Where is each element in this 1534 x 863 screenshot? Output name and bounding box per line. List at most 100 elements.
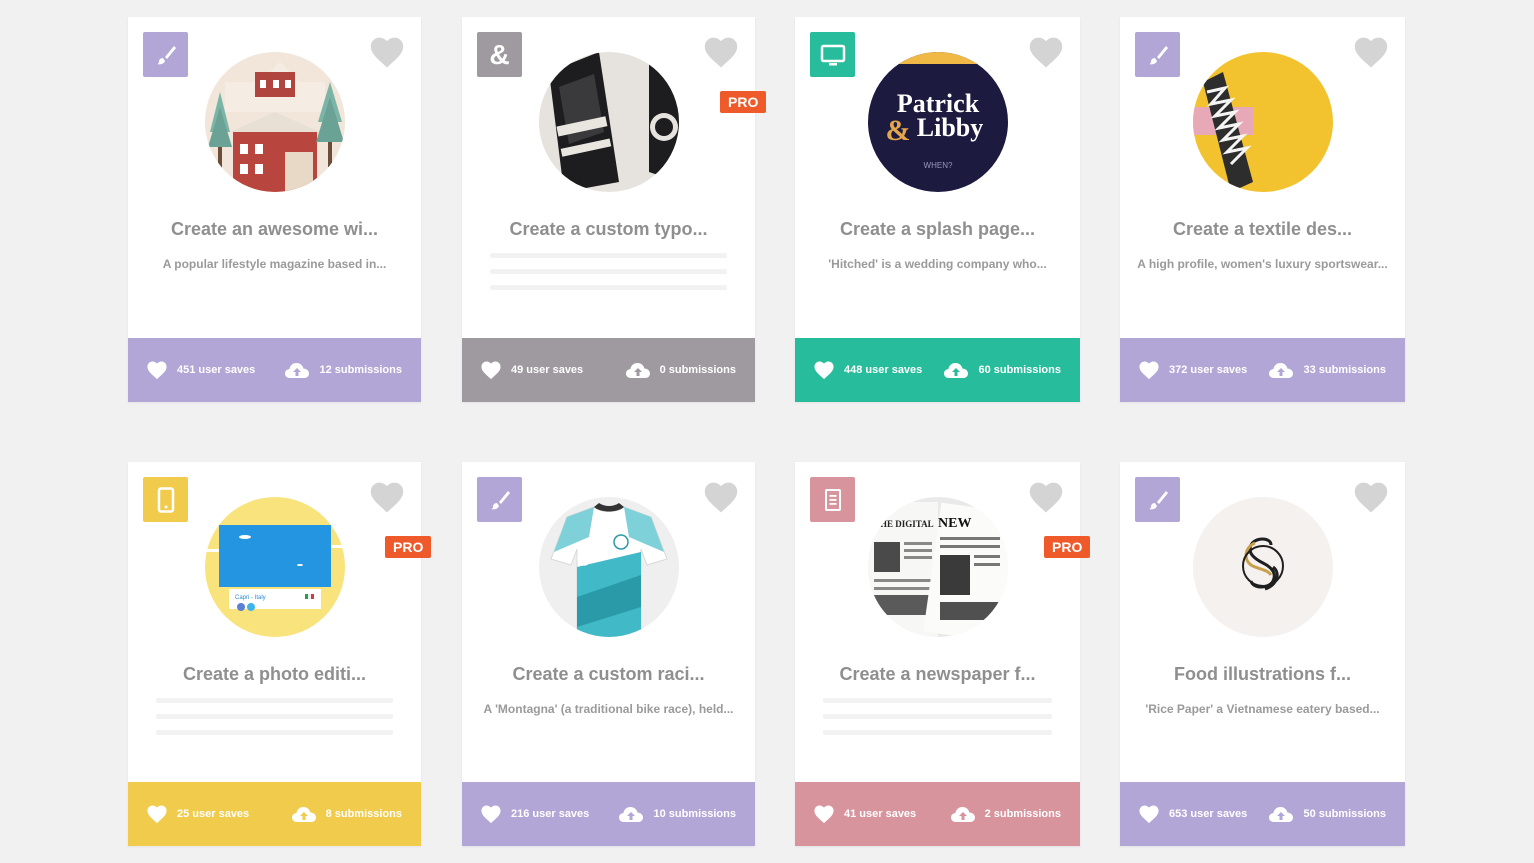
brief-title[interactable]: Create a newspaper f... <box>795 664 1080 685</box>
thumb-text: THE DIGITAL <box>874 519 934 529</box>
submissions[interactable]: 60 submissions <box>943 360 1061 380</box>
thumb-text: NEW <box>938 516 971 531</box>
heart-icon <box>814 361 834 380</box>
submissions[interactable]: 8 submissions <box>291 804 402 824</box>
card-footer: 41 user saves 2 submissions <box>795 782 1080 846</box>
submissions-label: 33 submissions <box>1303 364 1386 376</box>
submissions[interactable]: 10 submissions <box>618 804 736 824</box>
favorite-heart-icon[interactable] <box>1352 35 1390 69</box>
brief-description: A 'Montagna' (a traditional bike race), … <box>483 702 734 716</box>
thumb-text: Capri - Italy <box>235 595 266 601</box>
cloud-upload-icon <box>285 363 310 378</box>
phone-icon <box>157 486 174 513</box>
cloud-upload-icon <box>625 363 650 378</box>
user-saves-label: 372 user saves <box>1169 364 1248 376</box>
category-badge: & <box>477 32 522 77</box>
heart-icon <box>814 805 834 824</box>
pro-badge: PRO <box>385 536 432 558</box>
brief-thumbnail[interactable]: Patrick & Libby WHEN? <box>867 52 1008 192</box>
user-saves[interactable]: 41 user saves <box>813 804 916 824</box>
brush-icon <box>1148 45 1168 64</box>
brief-title[interactable]: Create a custom raci... <box>462 664 755 685</box>
thumb-text: WHEN? <box>923 161 952 170</box>
category-badge <box>1135 477 1180 522</box>
user-saves[interactable]: 653 user saves <box>1138 804 1247 824</box>
favorite-heart-icon[interactable] <box>1027 480 1065 514</box>
brief-title[interactable]: Create a photo editi... <box>128 664 421 685</box>
favorite-heart-icon[interactable] <box>1027 35 1065 69</box>
pro-badge: PRO <box>720 91 767 113</box>
thumb-text: & <box>885 114 910 147</box>
submissions[interactable]: 0 submissions <box>625 360 736 380</box>
description-placeholder <box>823 714 1052 719</box>
submissions[interactable]: 2 submissions <box>950 804 1061 824</box>
description-placeholder <box>823 698 1052 703</box>
brief-card[interactable]: Create a custom raci... A 'Montagna' (a … <box>462 462 755 846</box>
card-footer: 653 user saves 50 submissions <box>1120 782 1405 846</box>
card-footer: 25 user saves 8 submissions <box>128 782 421 846</box>
brief-thumbnail[interactable] <box>1192 497 1333 637</box>
description-placeholder <box>490 269 727 274</box>
user-saves-label: 49 user saves <box>511 364 584 376</box>
user-saves[interactable]: 216 user saves <box>480 804 589 824</box>
brief-card[interactable]: Food illustrations f... 'Rice Paper' a V… <box>1120 462 1405 846</box>
user-saves[interactable]: 448 user saves <box>813 360 922 380</box>
user-saves-label: 448 user saves <box>844 364 923 376</box>
user-saves-label: 451 user saves <box>177 364 256 376</box>
brief-thumbnail[interactable] <box>1192 52 1333 192</box>
submissions[interactable]: 33 submissions <box>1268 360 1386 380</box>
card-footer: 451 user saves 12 submissions <box>128 338 421 402</box>
favorite-heart-icon[interactable] <box>368 480 406 514</box>
brief-card[interactable]: THE DIGITAL NEW PRO Create a newspaper f… <box>795 462 1091 846</box>
description-placeholder <box>823 730 1052 735</box>
favorite-heart-icon[interactable] <box>1352 480 1390 514</box>
monitor-icon <box>820 44 845 65</box>
heart-icon <box>481 361 501 380</box>
user-saves[interactable]: 372 user saves <box>1138 360 1247 380</box>
brief-thumbnail[interactable] <box>204 52 345 192</box>
submissions[interactable]: 50 submissions <box>1268 804 1386 824</box>
heart-icon <box>1139 805 1159 824</box>
brief-card[interactable]: & PRO Create a custom typo... 49 user sa… <box>462 17 767 402</box>
category-badge <box>143 32 188 77</box>
heart-icon <box>1139 361 1159 380</box>
brief-card[interactable]: Create a textile des... A high profile, … <box>1120 17 1405 402</box>
submissions-label: 0 submissions <box>659 364 736 376</box>
category-badge <box>143 477 188 522</box>
brief-title[interactable]: Create a custom typo... <box>462 219 755 240</box>
brief-title[interactable]: Create a textile des... <box>1120 219 1405 240</box>
user-saves-label: 25 user saves <box>177 808 250 820</box>
user-saves[interactable]: 49 user saves <box>480 360 583 380</box>
favorite-heart-icon[interactable] <box>702 480 740 514</box>
user-saves[interactable]: 451 user saves <box>146 360 255 380</box>
brief-title[interactable]: Food illustrations f... <box>1120 664 1405 685</box>
ampersand-icon: & <box>489 38 510 70</box>
brush-icon <box>490 490 510 509</box>
submissions-label: 8 submissions <box>325 808 402 820</box>
brief-card[interactable]: Create an awesome wi... A popular lifest… <box>128 17 421 402</box>
heart-icon <box>147 805 167 824</box>
category-badge <box>1135 32 1180 77</box>
category-badge <box>810 477 855 522</box>
brief-title[interactable]: Create an awesome wi... <box>128 219 421 240</box>
submissions-label: 2 submissions <box>984 808 1061 820</box>
submissions-label: 10 submissions <box>653 808 736 820</box>
brief-description: A high profile, women's luxury sportswea… <box>1137 257 1388 271</box>
favorite-heart-icon[interactable] <box>702 35 740 69</box>
user-saves[interactable]: 25 user saves <box>146 804 249 824</box>
brief-thumbnail[interactable]: Capri - Italy <box>204 497 345 637</box>
brief-thumbnail[interactable] <box>538 52 679 192</box>
brush-icon <box>1148 490 1168 509</box>
brief-title[interactable]: Create a splash page... <box>795 219 1080 240</box>
heart-icon <box>481 805 501 824</box>
brief-thumbnail[interactable]: THE DIGITAL NEW <box>867 497 1008 637</box>
favorite-heart-icon[interactable] <box>368 35 406 69</box>
brief-description: 'Rice Paper' a Vietnamese eatery based..… <box>1145 702 1380 716</box>
brief-thumbnail[interactable] <box>538 497 679 637</box>
brief-card[interactable]: Capri - Italy PRO Create a photo editi..… <box>128 462 432 846</box>
submissions-label: 60 submissions <box>978 364 1061 376</box>
cloud-upload-icon <box>291 807 316 822</box>
brief-card[interactable]: Patrick & Libby WHEN? Create a splash pa… <box>795 17 1080 402</box>
submissions[interactable]: 12 submissions <box>284 360 402 380</box>
user-saves-label: 653 user saves <box>1169 808 1248 820</box>
